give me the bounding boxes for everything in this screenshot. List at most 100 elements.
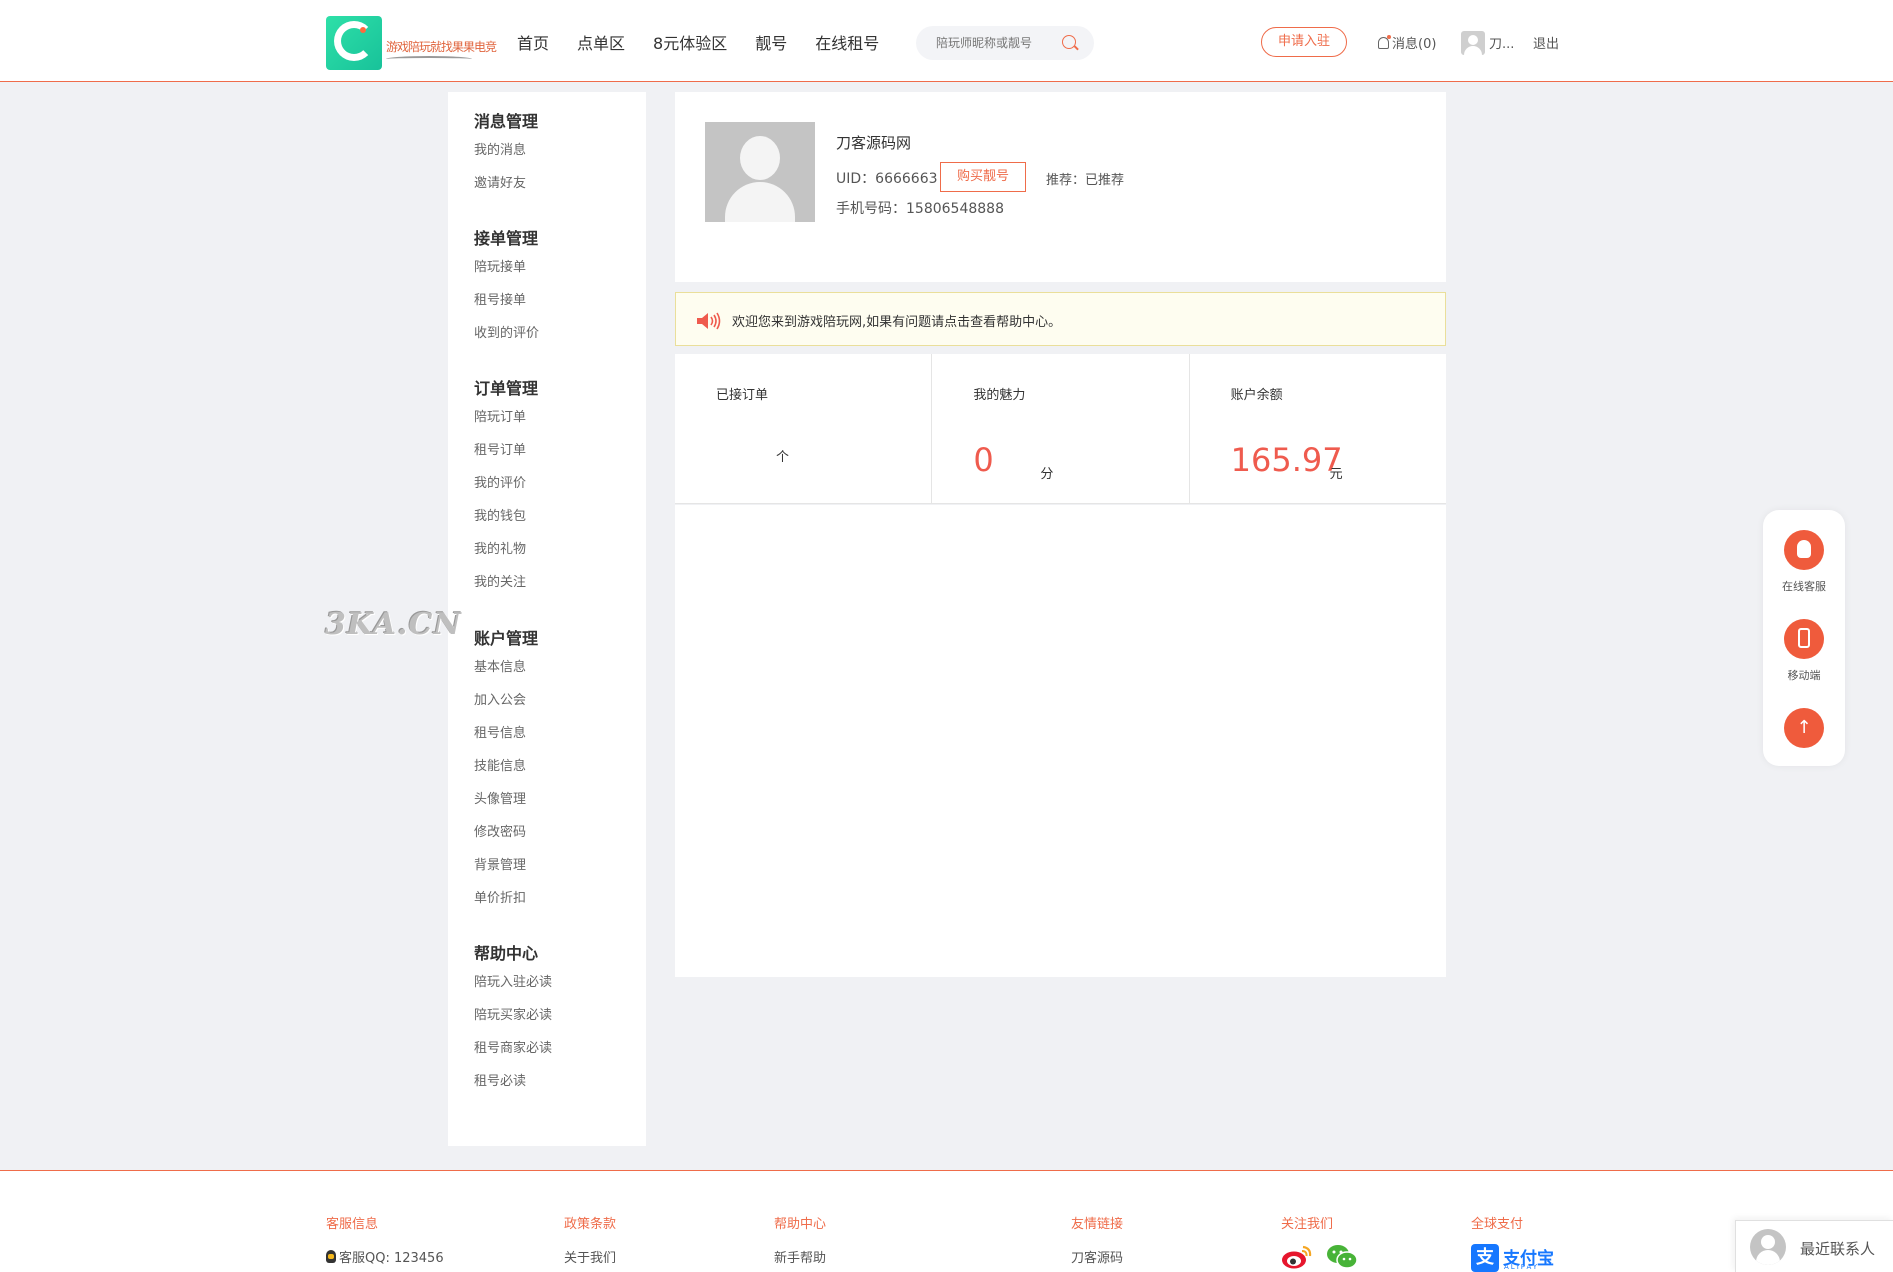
sidebar: 消息管理 我的消息 邀请好友 接单管理 陪玩接单 租号接单 收到的评价 订单管理…: [448, 92, 646, 1146]
notice-bar: 欢迎您来到游戏陪玩网,如果有问题请点击查看帮助中心。: [675, 292, 1446, 346]
stat-charm-label: 我的魅力: [973, 388, 1026, 403]
sidebar-item-invite-friends[interactable]: 邀请好友: [474, 167, 538, 200]
main-nav: 首页 点单区 8元体验区 靓号 在线租号: [517, 30, 879, 54]
recent-contacts-widget[interactable]: 最近联系人: [1735, 1220, 1893, 1272]
sidebar-item-my-reviews[interactable]: 我的评价: [474, 467, 538, 500]
sidebar-item-rent-info[interactable]: 租号信息: [474, 717, 538, 750]
footer-help-title: 帮助中心: [774, 1217, 827, 1232]
alipay-icon[interactable]: 支: [1471, 1244, 1499, 1272]
sidebar-item-join-guild[interactable]: 加入公会: [474, 684, 538, 717]
sidebar-item-my-wallet[interactable]: 我的钱包: [474, 500, 538, 533]
nav-online-rent[interactable]: 在线租号: [815, 30, 879, 54]
online-service-label: 在线客服: [1782, 580, 1826, 593]
stat-orders-unit: 个: [776, 450, 790, 465]
nav-home[interactable]: 首页: [517, 30, 549, 54]
profile-uid: UID：6666663: [836, 171, 938, 187]
qq-icon: [326, 1250, 336, 1263]
nav-pretty-number[interactable]: 靓号: [755, 30, 787, 54]
mobile-label: 移动端: [1787, 669, 1821, 682]
back-to-top-button[interactable]: ↑: [1763, 708, 1845, 748]
bell-icon: [1378, 35, 1391, 49]
stat-charm: 我的魅力 0 分: [932, 354, 1190, 504]
footer-about-us[interactable]: 关于我们: [564, 1247, 616, 1266]
sidebar-item-my-follows[interactable]: 我的关注: [474, 566, 538, 599]
contacts-avatar-icon: [1750, 1229, 1786, 1265]
qq-icon: [1797, 540, 1811, 558]
sidebar-group-help: 帮助中心 陪玩入驻必读 陪玩买家必读 租号商家必读 租号必读: [474, 942, 552, 1098]
sidebar-item-skill-info[interactable]: 技能信息: [474, 750, 538, 783]
logo-g-icon: [334, 21, 374, 61]
sidebar-item-my-gifts[interactable]: 我的礼物: [474, 533, 538, 566]
sidebar-item-my-messages[interactable]: 我的消息: [474, 134, 538, 167]
profile-recommend: 推荐：已推荐: [1046, 173, 1125, 188]
messages-link[interactable]: 消息(0): [1378, 33, 1436, 52]
wechat-icon[interactable]: [1326, 1244, 1358, 1270]
nav-order-area[interactable]: 点单区: [577, 30, 625, 54]
search-input[interactable]: [936, 34, 1056, 52]
logo-slogan: 游戏陪玩就找果果电竞: [386, 40, 497, 54]
profile-avatar: [705, 122, 815, 222]
footer-pay-title: 全球支付: [1471, 1217, 1524, 1232]
mobile-button[interactable]: 移动端: [1763, 619, 1845, 683]
search-icon[interactable]: [1062, 35, 1076, 49]
nav-trial-area[interactable]: 8元体验区: [653, 30, 727, 54]
footer-service-qq[interactable]: 客服QQ: 123456: [326, 1247, 444, 1266]
sidebar-item-received-reviews[interactable]: 收到的评价: [474, 317, 539, 350]
online-service-button[interactable]: 在线客服: [1763, 530, 1845, 594]
site-logo[interactable]: [326, 16, 382, 70]
footer-service-title: 客服信息: [326, 1217, 379, 1232]
footer-newbie-help[interactable]: 新手帮助: [774, 1247, 826, 1266]
sidebar-item-rent-guide[interactable]: 租号必读: [474, 1065, 552, 1098]
sidebar-group-title: 订单管理: [474, 379, 539, 398]
footer-policy-title: 政策条款: [564, 1217, 617, 1232]
sidebar-item-rent-merchant-guide[interactable]: 租号商家必读: [474, 1032, 552, 1065]
top-header: 游戏陪玩就找果果电竞 首页 点单区 8元体验区 靓号 在线租号 申请入驻 消息(…: [0, 0, 1893, 82]
notice-text[interactable]: 欢迎您来到游戏陪玩网,如果有问题请点击查看帮助中心。: [732, 311, 1061, 330]
footer-follow-title: 关注我们: [1281, 1217, 1334, 1232]
sidebar-item-basic-info[interactable]: 基本信息: [474, 651, 538, 684]
floating-toolbar: 在线客服 移动端 ↑: [1763, 510, 1845, 766]
watermark: 3KA.CN: [325, 607, 462, 642]
stat-balance-label: 账户余额: [1230, 388, 1283, 403]
stat-charm-value: 0: [973, 441, 994, 479]
stat-balance-value: 165.97: [1230, 441, 1343, 479]
sidebar-group-title: 帮助中心: [474, 944, 539, 963]
logout-link[interactable]: 退出: [1533, 33, 1559, 52]
arrow-up-icon: ↑: [1796, 717, 1812, 738]
weibo-icon[interactable]: [1281, 1244, 1313, 1270]
content-area: [675, 505, 1446, 977]
messages-label: 消息(0): [1392, 37, 1437, 52]
buy-pretty-number-button[interactable]: 购买靓号: [940, 162, 1026, 192]
footer: [0, 1170, 1893, 1272]
sidebar-item-change-password[interactable]: 修改密码: [474, 816, 538, 849]
sidebar-item-rent-accept[interactable]: 租号接单: [474, 284, 539, 317]
footer-links-title: 友情链接: [1071, 1217, 1124, 1232]
sidebar-item-avatar-manage[interactable]: 头像管理: [474, 783, 538, 816]
sidebar-item-price-discount[interactable]: 单价折扣: [474, 882, 538, 915]
sidebar-group-account: 账户管理 基本信息 加入公会 租号信息 技能信息 头像管理 修改密码 背景管理 …: [474, 627, 538, 915]
footer-link-daoke[interactable]: 刀客源码: [1071, 1247, 1123, 1266]
apply-join-button[interactable]: 申请入驻: [1261, 27, 1347, 57]
sidebar-item-play-buyer-guide[interactable]: 陪玩买家必读: [474, 999, 552, 1032]
sidebar-item-rent-orders[interactable]: 租号订单: [474, 434, 538, 467]
stats-panel: 已接订单 个 我的魅力 0 分 账户余额 165.97 元: [675, 354, 1446, 504]
recent-contacts-label: 最近联系人: [1800, 1240, 1876, 1258]
phone-icon: [1798, 628, 1810, 648]
header-avatar[interactable]: [1461, 31, 1485, 55]
sidebar-item-play-accept[interactable]: 陪玩接单: [474, 251, 539, 284]
sidebar-item-play-orders[interactable]: 陪玩订单: [474, 401, 538, 434]
sidebar-item-background-manage[interactable]: 背景管理: [474, 849, 538, 882]
sidebar-group-title: 接单管理: [474, 229, 539, 248]
header-username[interactable]: 刀...: [1489, 33, 1514, 52]
sidebar-item-play-join-guide[interactable]: 陪玩入驻必读: [474, 966, 552, 999]
search-box: [916, 26, 1094, 60]
alipay-sublabel: ALIPAY: [1504, 1263, 1540, 1271]
sidebar-group-order-management: 订单管理 陪玩订单 租号订单 我的评价 我的钱包 我的礼物 我的关注: [474, 377, 538, 599]
stat-charm-unit: 分: [1040, 467, 1054, 482]
stat-orders-label: 已接订单: [716, 388, 769, 403]
speaker-icon: [697, 312, 721, 330]
stat-balance: 账户余额 165.97 元: [1190, 354, 1446, 504]
sidebar-group-orders-accept: 接单管理 陪玩接单 租号接单 收到的评价: [474, 227, 539, 350]
sidebar-group-messages: 消息管理 我的消息 邀请好友: [474, 110, 538, 200]
profile-name: 刀客源码网: [836, 134, 912, 152]
